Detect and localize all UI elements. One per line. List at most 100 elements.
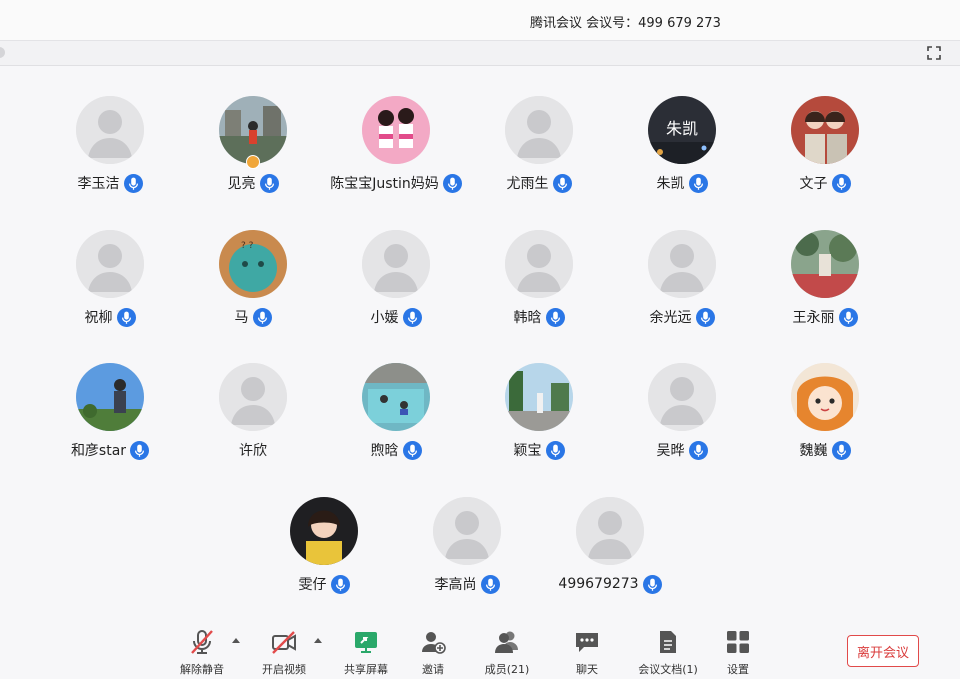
participant-name: 余光远 [649, 310, 692, 326]
participant-namebar: 颖宝 [469, 440, 609, 460]
participant-namebar: 见亮 [183, 173, 323, 193]
collapse-icon[interactable] [0, 47, 5, 58]
participant-tile[interactable]: 雯仔 [254, 497, 394, 607]
chat-button[interactable]: 聊天 [547, 628, 627, 678]
participant-namebar: 陈宝宝Justin妈妈 [326, 173, 466, 193]
participant-name: 陈宝宝Justin妈妈 [330, 176, 439, 192]
participant-name: 韩晗 [513, 310, 542, 326]
mic-icon [688, 440, 708, 460]
participant-namebar: 尤雨生 [469, 173, 609, 193]
participant-name: 许欣 [239, 443, 267, 459]
mic-icon [642, 574, 662, 594]
photo-avatar [362, 96, 430, 164]
mic-icon [831, 173, 851, 193]
participant-name: 颖宝 [513, 443, 542, 459]
participant-namebar: 魏巍 [755, 440, 895, 460]
members-icon [495, 631, 518, 653]
mic-icon [545, 307, 565, 327]
start-video-button[interactable]: 开启视频 [244, 628, 324, 678]
participant-name: 尤雨生 [506, 176, 549, 192]
settings-label: 设置 [727, 663, 749, 676]
default-avatar [648, 230, 716, 298]
participant-tile[interactable]: 朱凯 朱凯 [612, 96, 752, 206]
participant-tile[interactable]: 王永丽 [755, 230, 895, 340]
participant-tile[interactable]: 许欣 [183, 363, 323, 473]
mic-icon [330, 574, 350, 594]
participant-name: 李高尚 [434, 577, 477, 593]
mic-icon [130, 440, 150, 460]
participant-tile[interactable]: 余光远 [612, 230, 752, 340]
participant-namebar: 马 [183, 307, 323, 327]
participant-tile[interactable]: 魏巍 [755, 363, 895, 473]
video-options-caret-icon[interactable] [314, 638, 322, 643]
invite-button[interactable]: 邀请 [393, 628, 473, 678]
unmute-label: 解除静音 [180, 663, 224, 676]
participant-tile[interactable]: 李高尚 [397, 497, 537, 607]
members-label: 成员(21) [484, 663, 530, 676]
leave-meeting-button[interactable]: 离开会议 [847, 635, 919, 667]
svg-text:? ?: ? ? [241, 241, 254, 251]
photo-avatar [219, 96, 287, 164]
muted-mic-icon [191, 630, 213, 654]
members-button[interactable]: 成员(21) [467, 628, 547, 678]
view-bar [0, 41, 960, 66]
default-avatar [362, 230, 430, 298]
default-avatar [648, 363, 716, 431]
participant-tile[interactable]: 祝柳 [40, 230, 180, 340]
default-avatar [576, 497, 644, 565]
participant-name: 马 [234, 310, 249, 326]
participant-name: 朱凯 [656, 176, 685, 192]
invite-label: 邀请 [422, 663, 444, 676]
participant-tile[interactable]: 499679273 [540, 497, 680, 607]
document-icon [660, 631, 676, 653]
mic-icon [402, 440, 422, 460]
participant-tile[interactable]: 颖宝 [469, 363, 609, 473]
default-avatar [76, 230, 144, 298]
participant-name: 499679273 [558, 576, 639, 592]
participant-namebar: 李玉洁 [40, 173, 180, 193]
participant-name: 煦晗 [370, 443, 399, 459]
participant-tile[interactable]: 文子 [755, 96, 895, 206]
participant-tile[interactable]: 李玉洁 [40, 96, 180, 206]
participant-name: 李玉洁 [77, 176, 120, 192]
settings-button[interactable]: 设置 [698, 628, 778, 678]
meeting-toolbar: 解除静音 开启视频 共享屏幕 邀请 成员(21) 聊天 会议文档(1) 设置 离… [0, 626, 960, 679]
participant-tile[interactable]: 韩晗 [469, 230, 609, 340]
participant-tile[interactable]: 见亮 [183, 96, 323, 206]
participant-tile[interactable]: 尤雨生 [469, 96, 609, 206]
participant-tile[interactable]: ? ? 马 [183, 230, 323, 340]
participant-grid: 李玉洁 见亮 陈宝宝Justin妈妈 尤雨生 朱凯 朱凯 文子 祝柳 ? ? 马… [0, 65, 960, 625]
photo-avatar: 朱凯 [648, 96, 716, 164]
photo-avatar [791, 363, 859, 431]
participant-name: 小媛 [370, 310, 399, 326]
default-avatar [505, 230, 573, 298]
participant-tile[interactable]: 陈宝宝Justin妈妈 [326, 96, 466, 206]
participant-tile[interactable]: 吴晔 [612, 363, 752, 473]
audio-options-caret-icon[interactable] [232, 638, 240, 643]
default-avatar [433, 497, 501, 565]
video-off-icon [272, 631, 296, 654]
photo-avatar [791, 96, 859, 164]
participant-tile[interactable]: 和彦star [40, 363, 180, 473]
add-user-icon [422, 632, 446, 654]
participant-tile[interactable]: 小媛 [326, 230, 466, 340]
photo-avatar [505, 363, 573, 431]
participant-tile[interactable]: 煦晗 [326, 363, 466, 473]
meeting-docs-button[interactable]: 会议文档(1) [628, 628, 708, 678]
mic-icon [259, 173, 279, 193]
default-avatar [219, 363, 287, 431]
host-badge-icon [246, 155, 260, 169]
mic-icon [695, 307, 715, 327]
mic-icon [123, 173, 143, 193]
photo-avatar [791, 230, 859, 298]
participant-name: 雯仔 [298, 577, 327, 593]
participant-namebar: 余光远 [612, 307, 752, 327]
photo-avatar: ? ? [219, 230, 287, 298]
participant-namebar: 王永丽 [755, 307, 895, 327]
chat-label: 聊天 [576, 663, 598, 676]
participant-name: 见亮 [227, 176, 256, 192]
participant-name: 文子 [799, 176, 828, 192]
unmute-button[interactable]: 解除静音 [162, 628, 242, 678]
mic-icon [688, 173, 708, 193]
fullscreen-icon[interactable] [926, 45, 942, 61]
